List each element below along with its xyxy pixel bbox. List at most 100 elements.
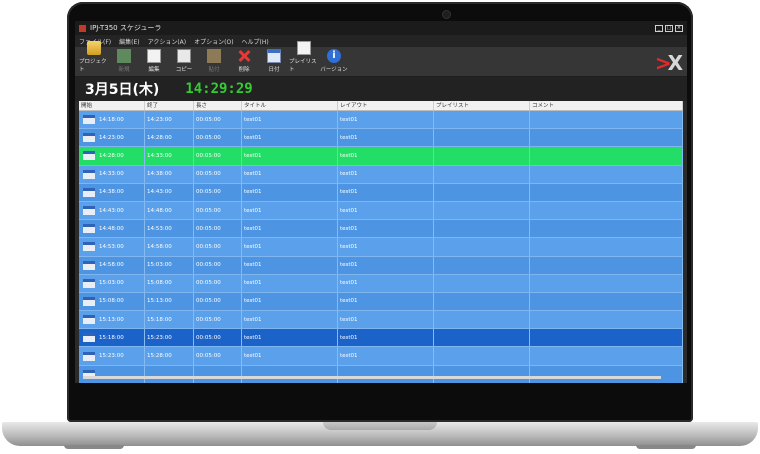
table-row[interactable]: 14:18:00 14:23:00 00:05:00 test01 test01 (79, 111, 683, 130)
date-button[interactable]: 日付 (259, 49, 289, 73)
cell-length: 00:05:00 (194, 329, 242, 347)
maximize-icon[interactable]: □ (665, 24, 673, 32)
header-start[interactable]: 開始 (79, 101, 145, 110)
table-row[interactable]: 14:58:00 15:03:00 00:05:00 test01 test01 (79, 256, 683, 275)
cell-playlist (434, 220, 530, 238)
menu-edit[interactable]: 編集(E) (119, 37, 139, 46)
cell-layout: test01 (338, 220, 434, 238)
cell-text: 14:33:00 (99, 171, 124, 178)
menu-action[interactable]: アクション(A) (148, 37, 187, 46)
header-title[interactable]: タイトル (242, 101, 338, 110)
delete-button[interactable]: 削除 (229, 49, 259, 73)
cell-end: 15:08:00 (145, 274, 194, 292)
schedule-table: 開始 終了 長さ タイトル レイアウト プレイリスト コメント 14:18:00… (79, 101, 683, 383)
cell-text: 14:58:00 (147, 243, 172, 250)
cell-text: 15:28:00 (147, 353, 172, 360)
cell-start (79, 365, 145, 383)
cell-title: test01 (242, 147, 338, 165)
cell-end: 14:43:00 (145, 183, 194, 201)
cell-text: 15:13:00 (99, 316, 124, 323)
calendar-icon (83, 206, 95, 216)
cell-text: 00:05:00 (196, 316, 221, 323)
cell-text: 14:23:00 (147, 116, 172, 123)
window-title: IPJ-T350 スケジューラ (90, 24, 162, 32)
table-row[interactable] (79, 365, 683, 383)
horizontal-scrollbar[interactable] (83, 376, 661, 379)
cell-text: 15:08:00 (99, 298, 124, 305)
table-row[interactable]: 15:08:00 15:13:00 00:05:00 test01 test01 (79, 292, 683, 312)
cell-text: 00:05:00 (196, 171, 221, 178)
table-row[interactable]: 15:13:00 15:18:00 00:05:00 test01 test01 (79, 311, 683, 330)
cell-layout: test01 (338, 165, 434, 183)
minimize-icon[interactable]: _ (655, 24, 663, 32)
header-layout[interactable]: レイアウト (338, 101, 434, 110)
cell-text: test01 (244, 243, 262, 250)
cell-text: 00:05:00 (196, 225, 221, 232)
camera-icon (443, 11, 450, 18)
table-row[interactable]: 15:03:00 15:08:00 00:05:00 test01 test01 (79, 274, 683, 293)
project-button[interactable]: プロジェクト (79, 41, 109, 73)
new-button[interactable]: 新規 (109, 49, 139, 73)
cell-text: 14:43:00 (99, 207, 124, 214)
cell-title (242, 365, 338, 383)
cell-start: 14:28:00 (79, 147, 145, 165)
cell-layout: test01 (338, 274, 434, 292)
calendar-icon (83, 242, 95, 252)
cell-title: test01 (242, 329, 338, 347)
cell-title: test01 (242, 311, 338, 329)
cell-comment (530, 183, 683, 201)
cell-comment (530, 274, 683, 292)
table-row[interactable]: 14:43:00 14:48:00 00:05:00 test01 test01 (79, 201, 683, 221)
table-row[interactable]: 14:23:00 14:28:00 00:05:00 test01 test01 (79, 129, 683, 148)
cell-playlist (434, 365, 530, 383)
table-row[interactable]: 15:23:00 15:28:00 00:05:00 test01 test01 (79, 347, 683, 366)
menu-option[interactable]: オプション(O) (194, 37, 233, 46)
table-row[interactable]: 14:48:00 14:53:00 00:05:00 test01 test01 (79, 220, 683, 239)
cell-text: test01 (340, 262, 358, 269)
cell-length: 00:05:00 (194, 165, 242, 183)
menu-help[interactable]: ヘルプ(H) (242, 37, 269, 46)
cell-end (145, 365, 194, 383)
cell-title: test01 (242, 165, 338, 183)
cell-layout: test01 (338, 238, 434, 256)
header-playlist[interactable]: プレイリスト (434, 101, 530, 110)
cell-playlist (434, 238, 530, 256)
cell-text: test01 (244, 262, 262, 269)
table-row[interactable]: 15:18:00 15:23:00 00:05:00 test01 test01 (79, 329, 683, 348)
header-length[interactable]: 長さ (194, 101, 242, 110)
cell-text: test01 (244, 280, 262, 287)
header-end[interactable]: 終了 (145, 101, 194, 110)
cell-text: 14:53:00 (99, 243, 124, 250)
table-row[interactable]: 14:53:00 14:58:00 00:05:00 test01 test01 (79, 238, 683, 257)
cell-text: test01 (340, 171, 358, 178)
table-row[interactable]: 14:33:00 14:38:00 00:05:00 test01 test01 (79, 165, 683, 184)
cell-text: 15:08:00 (147, 280, 172, 287)
cell-start: 15:13:00 (79, 311, 145, 329)
version-button[interactable]: i バージョン (319, 49, 349, 73)
cell-text: test01 (340, 116, 358, 123)
playlist-button[interactable]: プレイリスト (289, 41, 319, 73)
cell-text: 00:05:00 (196, 280, 221, 287)
header-comment[interactable]: コメント (530, 101, 683, 110)
cell-playlist (434, 183, 530, 201)
cell-length: 00:05:00 (194, 129, 242, 147)
cell-text: test01 (244, 116, 262, 123)
cell-title: test01 (242, 256, 338, 274)
paste-button[interactable]: 貼付 (199, 49, 229, 73)
cell-length: 00:05:00 (194, 147, 242, 165)
cell-text: test01 (244, 334, 262, 341)
calendar-icon (83, 315, 95, 325)
table-row[interactable]: 14:38:00 14:43:00 00:05:00 test01 test01 (79, 183, 683, 202)
cell-text: test01 (340, 280, 358, 287)
cell-text: test01 (244, 171, 262, 178)
cell-title: test01 (242, 292, 338, 311)
cell-title: test01 (242, 183, 338, 201)
copy-button[interactable]: コピー (169, 49, 199, 73)
cell-title: test01 (242, 129, 338, 147)
cell-text: test01 (340, 134, 358, 141)
edit-button[interactable]: 編集 (139, 49, 169, 73)
cell-playlist (434, 347, 530, 365)
close-icon[interactable]: × (675, 24, 683, 32)
table-row[interactable]: 14:28:00 14:33:00 00:05:00 test01 test01 (79, 147, 683, 166)
cell-comment (530, 311, 683, 329)
